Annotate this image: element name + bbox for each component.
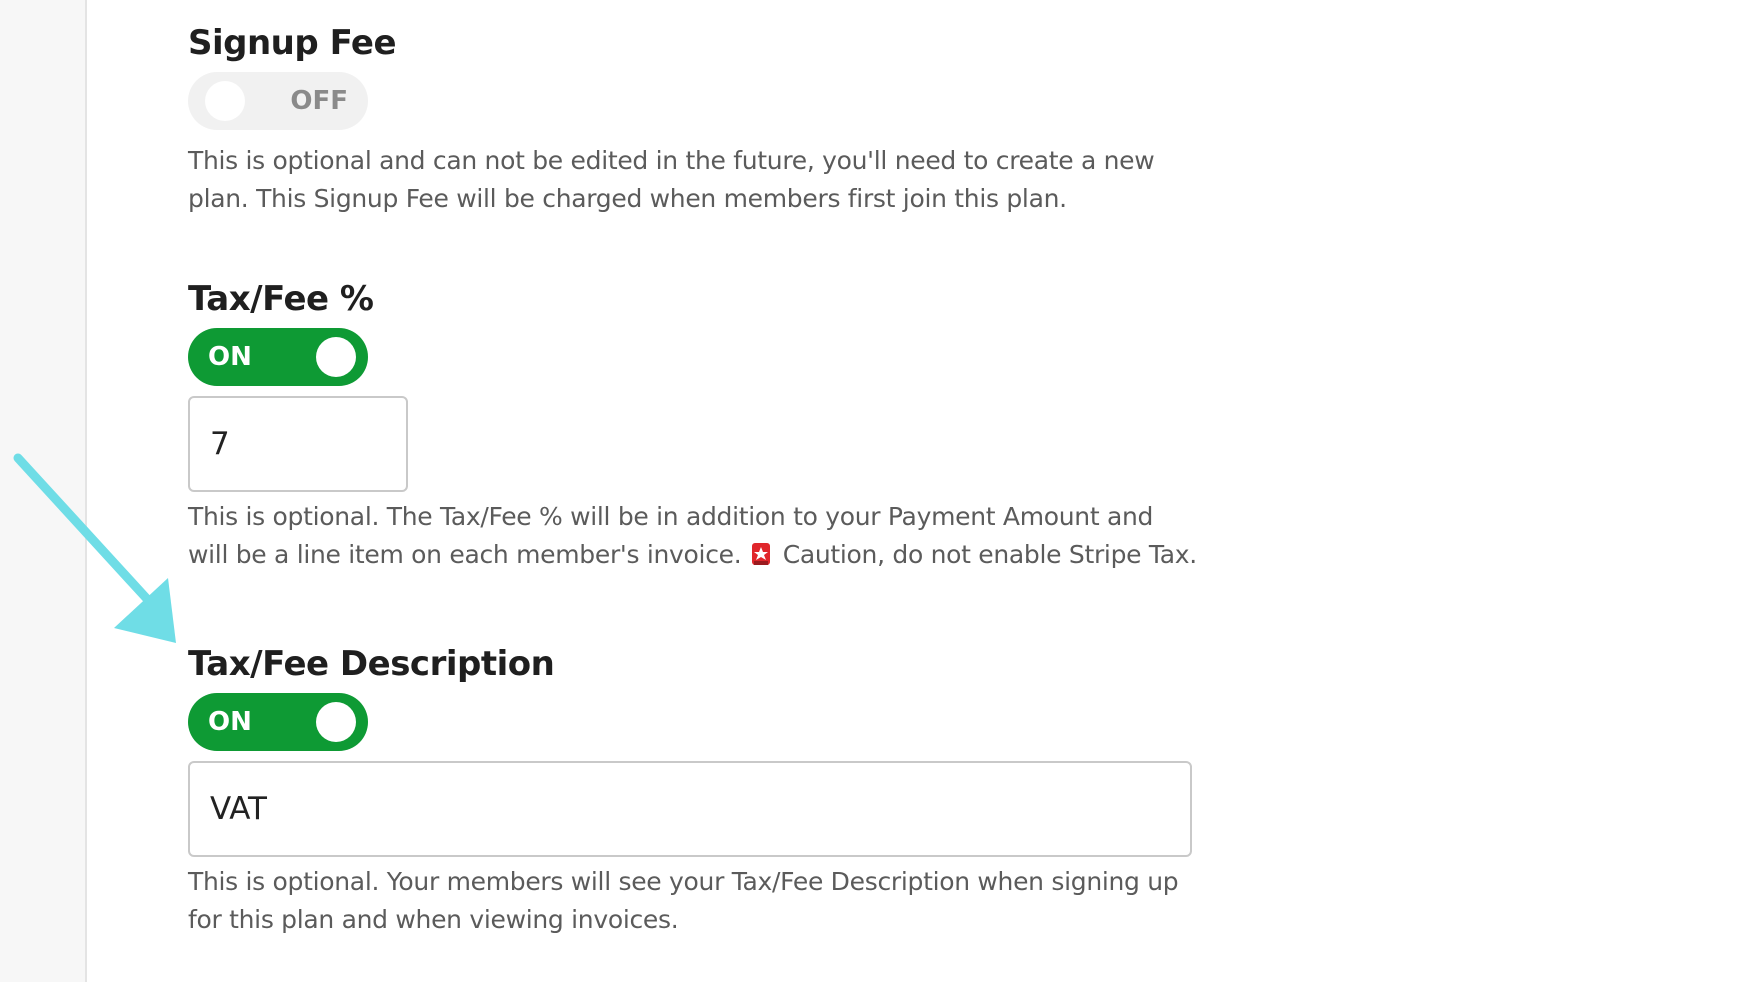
tax-fee-description-help-text: This is optional. Your members will see …	[188, 867, 1179, 934]
tax-fee-percent-input[interactable]	[188, 396, 408, 492]
signup-fee-help-text: This is optional and can not be edited i…	[188, 146, 1155, 213]
signup-fee-section: Signup Fee OFF This is optional and can …	[188, 22, 1188, 218]
toggle-knob	[316, 702, 356, 742]
signup-fee-toggle[interactable]: OFF	[188, 72, 368, 130]
siren-icon	[752, 543, 771, 565]
tax-fee-percent-section: Tax/Fee % ON This is optional. The Tax/F…	[188, 278, 1198, 574]
tax-fee-percent-toggle[interactable]: ON	[188, 328, 368, 386]
signup-fee-heading: Signup Fee	[188, 23, 397, 63]
tax-fee-description-input[interactable]	[188, 761, 1192, 857]
tax-fee-percent-caution: Caution, do not enable Stripe Tax.	[782, 540, 1197, 569]
tax-fee-percent-heading: Tax/Fee %	[188, 279, 374, 319]
tax-fee-percent-help-text: This is optional. The Tax/Fee % will be …	[188, 498, 1198, 574]
toggle-knob	[205, 81, 245, 121]
tax-fee-description-toggle[interactable]: ON	[188, 693, 368, 751]
left-sidebar-rail	[0, 0, 87, 982]
tax-fee-description-section: Tax/Fee Description ON This is optional.…	[188, 643, 1198, 939]
toggle-knob	[316, 337, 356, 377]
toggle-label: OFF	[290, 86, 348, 116]
toggle-label: ON	[208, 707, 252, 737]
tax-fee-description-heading: Tax/Fee Description	[188, 644, 555, 684]
toggle-label: ON	[208, 342, 252, 372]
